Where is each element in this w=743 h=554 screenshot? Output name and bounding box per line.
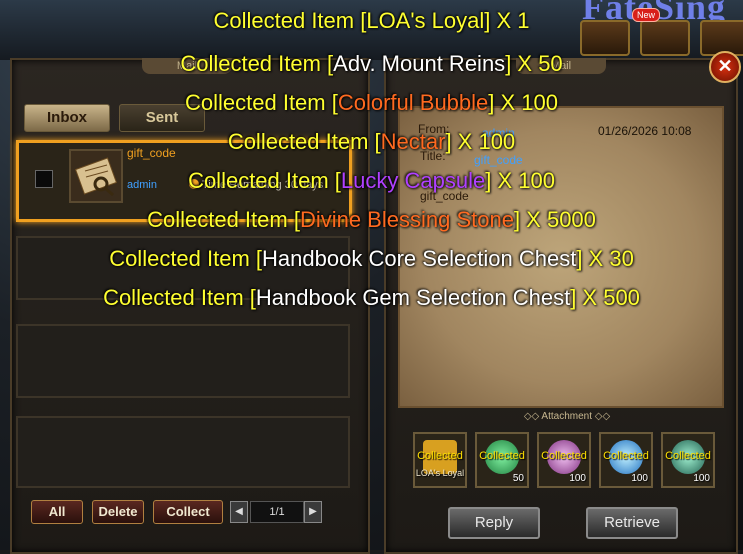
item-name: Lucky Capsule (340, 168, 486, 193)
attachment-label: ◇◇ Attachment ◇◇ (523, 411, 611, 422)
collected-message: Collected Item [Adv. Mount Reins] X 50 (180, 51, 563, 76)
collected-message: Collected Item [Handbook Gem Selection C… (103, 285, 640, 310)
mail-item-empty (16, 324, 350, 398)
select-all-button[interactable]: All (31, 500, 83, 524)
collected-message: Collected Item [Nectar] X 100 (227, 129, 516, 154)
item-name: LOA's Loyal (366, 8, 485, 33)
retrieve-button[interactable]: Retrieve (586, 507, 678, 539)
page-indicator: 1/1 (250, 501, 304, 523)
collected-message: Collected Item [Lucky Capsule] X 100 (188, 168, 555, 193)
collected-message: Collected Item [Colorful Bubble] X 100 (185, 90, 558, 115)
attachment-slot[interactable]: Collected 100 (537, 432, 591, 488)
attachment-slot[interactable]: Collected 100 (661, 432, 715, 488)
collected-message: Collected Item [Handbook Core Selection … (109, 246, 634, 271)
collected-message: Collected Item [LOA's Loyal] X 1 (213, 8, 530, 33)
mail-item-empty (16, 416, 350, 488)
collect-button[interactable]: Collect (153, 500, 223, 524)
attachment-slot[interactable]: Collected LOA's Loyal (413, 432, 467, 488)
next-page-button[interactable]: ▶ (304, 501, 322, 523)
item-name: Handbook Gem Selection Chest (255, 285, 571, 310)
prev-page-button[interactable]: ◀ (230, 501, 248, 523)
item-name: Handbook Core Selection Chest (262, 246, 577, 271)
title-value: gift_code (474, 153, 523, 167)
attachment-slot[interactable]: Collected 50 (475, 432, 529, 488)
item-name: Adv. Mount Reins (333, 51, 506, 76)
item-name: Nectar (380, 129, 446, 154)
collected-message: Collected Item [Divine Blessing Stone] X… (147, 207, 596, 232)
attachment-slot[interactable]: Collected 100 (599, 432, 653, 488)
delete-button[interactable]: Delete (92, 500, 144, 524)
item-name: Divine Blessing Stone (299, 207, 514, 232)
item-name: Colorful Bubble (337, 90, 489, 115)
reply-button[interactable]: Reply (448, 507, 540, 539)
